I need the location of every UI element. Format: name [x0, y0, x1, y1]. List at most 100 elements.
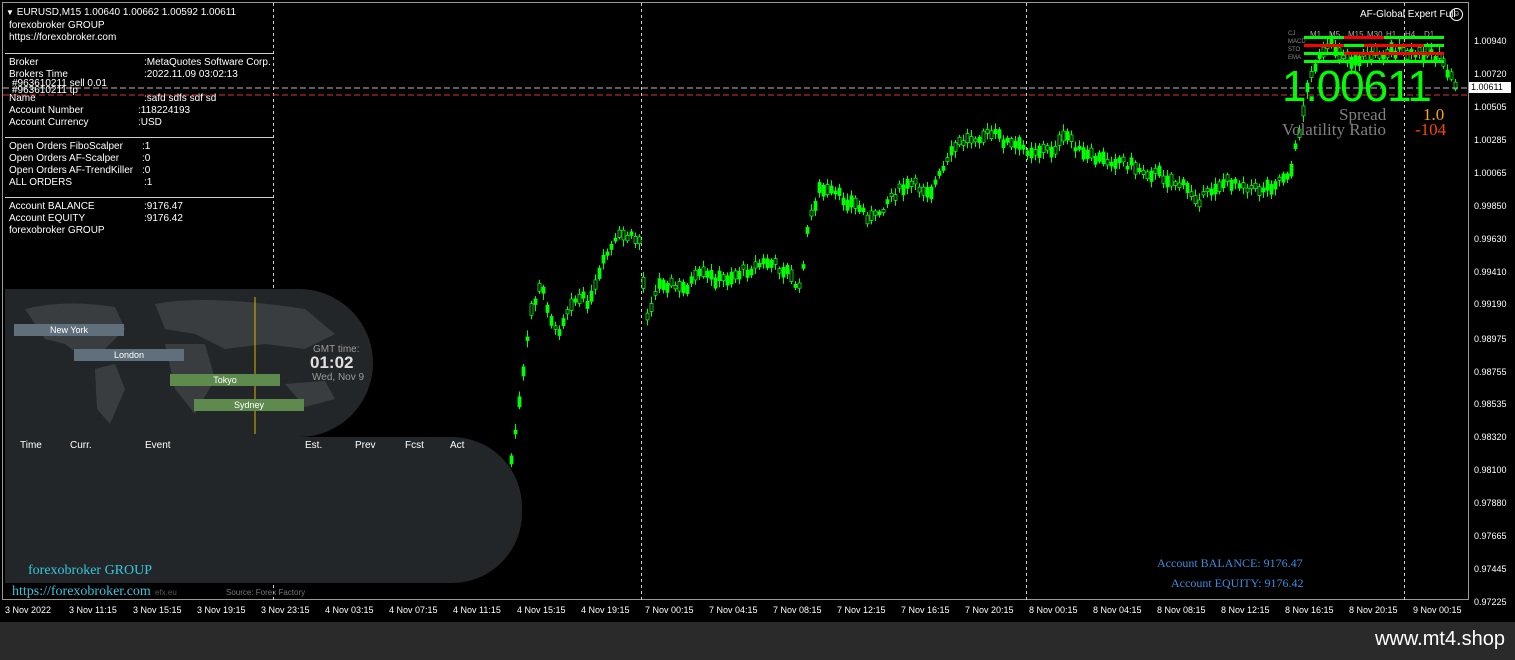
calendar-url[interactable]: https://forexobroker.com: [12, 584, 151, 600]
candle-body: [949, 146, 954, 156]
candle-body: [1085, 149, 1090, 160]
time-tick: 3 Nov 15:15: [133, 605, 182, 615]
candle-body: [741, 264, 746, 270]
candle-body: [1017, 137, 1022, 150]
candle-body: [809, 209, 814, 217]
smiley-icon[interactable]: ☺: [1450, 8, 1463, 21]
candle-body: [1089, 147, 1094, 159]
candle-body: [1217, 181, 1222, 192]
candle-body: [641, 276, 646, 289]
indicator-label: STO: [1288, 47, 1301, 53]
candle-body: [657, 278, 662, 289]
value: :MetaQuotes Software Corp.: [144, 57, 271, 68]
candle-body: [989, 130, 994, 140]
candle-body: [545, 304, 550, 313]
candle-body: [1445, 69, 1450, 78]
price-tick: 0.98535: [1474, 399, 1507, 409]
candle-body: [509, 455, 514, 465]
price-tick: 1.00065: [1474, 168, 1507, 178]
candle-body: [565, 309, 570, 315]
candle-body: [985, 128, 990, 134]
currency-row: Account Currency:USD: [9, 117, 162, 128]
calendar-group: forexobroker GROUP: [28, 563, 153, 578]
candle-body: [1021, 144, 1026, 150]
signal-cell: [1344, 44, 1364, 47]
candle-body: [953, 142, 958, 152]
candle-body: [957, 136, 962, 146]
candle-body: [1293, 143, 1298, 149]
candle-body: [1045, 145, 1050, 151]
expert-name: AF-Global Expert Full: [1360, 9, 1456, 20]
candle-body: [993, 129, 998, 135]
candle-body: [1173, 181, 1178, 186]
candle-body: [841, 197, 846, 206]
signal-cell: [1364, 52, 1384, 55]
candle-body: [877, 211, 882, 216]
candle-body: [689, 276, 694, 284]
value: :0: [142, 165, 151, 176]
candle-body: [1177, 182, 1182, 189]
candle-body: [621, 229, 626, 241]
footer-group: forexobroker GROUP: [9, 225, 105, 236]
candle-body: [541, 286, 546, 294]
candle-body: [1149, 170, 1154, 182]
candle-body: [805, 227, 810, 234]
candle-body: [1169, 173, 1174, 187]
candle-body: [533, 298, 538, 305]
candle-body: [913, 177, 918, 185]
candle-body: [917, 186, 922, 193]
candle-body: [629, 231, 634, 236]
afscalper-row: Open Orders AF-Scalper:0: [9, 153, 150, 164]
candle-body: [553, 325, 558, 330]
candle-body: [1241, 182, 1246, 189]
candle-body: [1269, 184, 1274, 195]
candle-body: [909, 180, 914, 187]
price-tick: 0.98975: [1474, 334, 1507, 344]
divider: [5, 137, 273, 138]
candle-body: [677, 281, 682, 292]
session-map-panel: New York London Tokyo Sydney GMT time: 0…: [5, 289, 373, 437]
candle-body: [1153, 167, 1158, 174]
candle-body: [1125, 165, 1130, 170]
time-tick: 7 Nov 00:15: [645, 605, 694, 615]
candle-body: [1201, 191, 1206, 196]
time-tick: 7 Nov 16:15: [901, 605, 950, 615]
candle-body: [937, 170, 942, 176]
time-tick: 9 Nov 00:15: [1413, 605, 1462, 615]
candle-body: [821, 184, 826, 197]
chevron-down-icon[interactable]: ▼: [6, 8, 14, 17]
signal-cell: [1424, 44, 1444, 47]
value: :118224193: [138, 105, 191, 116]
candle-body: [573, 298, 578, 303]
candle-body: [833, 190, 838, 195]
signal-cell: [1384, 44, 1404, 47]
value: :0: [142, 153, 151, 164]
candle-body: [697, 268, 702, 277]
label: ALL ORDERS: [9, 177, 72, 188]
candle-body: [1185, 182, 1190, 193]
broker-row: Broker:MetaQuotes Software Corp.: [9, 57, 271, 68]
candle-body: [705, 270, 710, 278]
footer-site[interactable]: www.mt4.shop: [1375, 628, 1505, 651]
candle-body: [589, 290, 594, 302]
candle-body: [569, 298, 574, 311]
candle-body: [617, 229, 622, 238]
price-tick: 0.98320: [1474, 432, 1507, 442]
price-tick: 0.97665: [1474, 531, 1507, 541]
gmt-date: Wed, Nov 9: [312, 372, 365, 383]
candle-body: [829, 185, 834, 194]
candle-body: [1049, 146, 1054, 158]
candle-body: [645, 312, 650, 321]
candle-body: [1145, 171, 1150, 180]
candle-body: [945, 157, 950, 162]
candle-body: [725, 275, 730, 286]
label: Account BALANCE: [9, 201, 95, 212]
candle-body: [1005, 137, 1010, 143]
indicator-label: CJ: [1288, 31, 1296, 37]
indicator-label: EMA: [1288, 55, 1302, 61]
divider: [5, 197, 273, 198]
candle-body: [1069, 134, 1074, 142]
candle-body: [921, 186, 926, 196]
price-tick: 0.99850: [1474, 201, 1507, 211]
candle-body: [1029, 147, 1034, 159]
